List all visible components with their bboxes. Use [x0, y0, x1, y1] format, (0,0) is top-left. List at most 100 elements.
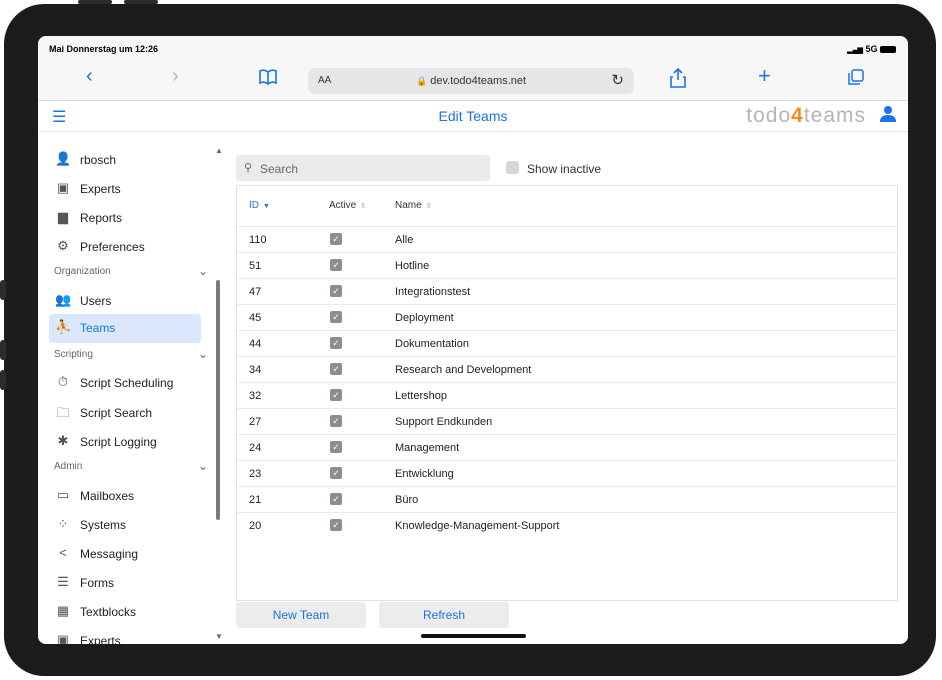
lock-icon: 🔒: [415, 76, 428, 86]
table-row[interactable]: 32 ✓ Lettershop: [237, 382, 897, 409]
search-input[interactable]: ⚲ Search: [236, 155, 490, 181]
column-header-name[interactable]: Name ⇳: [395, 200, 432, 211]
sidebar-item-script-search[interactable]: 🗀 Script Search: [49, 399, 201, 426]
cell-id: 34: [249, 364, 262, 376]
active-checkbox[interactable]: ✓: [330, 337, 342, 349]
sidebar-item-label: Users: [80, 294, 112, 308]
badge-icon: ▣: [56, 632, 70, 644]
cell-name: Knowledge-Management-Support: [395, 520, 560, 532]
table-row[interactable]: 47 ✓ Integrationstest: [237, 278, 897, 305]
logo-text-suffix: teams: [803, 104, 866, 127]
home-indicator: [421, 634, 526, 638]
cell-name: Dokumentation: [395, 338, 469, 350]
sidebar-item-experts[interactable]: ▣ Experts: [49, 175, 201, 202]
sidebar-item-preferences[interactable]: ⚙ Preferences: [49, 233, 201, 260]
sidebar-item-experts-2[interactable]: ▣ Experts: [49, 627, 201, 644]
active-checkbox[interactable]: ✓: [330, 285, 342, 297]
refresh-button[interactable]: Refresh: [379, 602, 509, 628]
forward-icon[interactable]: ›: [172, 66, 179, 86]
active-checkbox[interactable]: ✓: [330, 389, 342, 401]
main-content: ⚲ Search Show inactive ID ▼ Active ⇳ Name ⇳…: [230, 136, 908, 644]
folder-search-icon: 🗀: [56, 405, 70, 420]
url-bar[interactable]: AA 🔒 dev.todo4teams.net ↻: [308, 68, 634, 94]
new-tab-icon[interactable]: +: [758, 65, 771, 87]
sidebar-item-label: Mailboxes: [80, 489, 135, 503]
table-row[interactable]: 21 ✓ Büro: [237, 486, 897, 513]
cell-id: 44: [249, 338, 262, 350]
column-header-id[interactable]: ID ▼: [249, 200, 270, 211]
sidebar-item-forms[interactable]: ☰ Forms: [49, 569, 201, 596]
sidebar-item-label: Script Scheduling: [80, 376, 174, 390]
sidebar-item-script-scheduling[interactable]: ⏱ Script Scheduling: [49, 369, 201, 396]
cell-id: 110: [249, 234, 267, 246]
sidebar-item-label: Reports: [80, 211, 123, 225]
sidebar-item-users[interactable]: 👥 Users: [49, 287, 201, 314]
show-inactive-label: Show inactive: [527, 162, 602, 176]
table-row[interactable]: 51 ✓ Hotline: [237, 252, 897, 279]
table-row[interactable]: 110 ✓ Alle: [237, 226, 897, 253]
sidebar-item-messaging[interactable]: < Messaging: [49, 540, 201, 567]
new-team-button[interactable]: New Team: [236, 602, 366, 628]
sidebar-group-scripting[interactable]: Scripting ⌄: [54, 347, 208, 361]
cell-id: 24: [249, 442, 262, 454]
cell-id: 32: [249, 390, 262, 402]
url-text: 🔒 dev.todo4teams.net: [308, 75, 634, 87]
device-top-button: [78, 0, 112, 4]
sidebar-item-reports[interactable]: ▆ Reports: [49, 204, 201, 231]
device-side-button: [0, 280, 6, 300]
sidebar-item-label: rbosch: [80, 153, 117, 167]
active-checkbox[interactable]: ✓: [330, 233, 342, 245]
sidebar-item-teams[interactable]: ⛹ Teams: [49, 314, 201, 343]
column-header-label: Active: [329, 200, 357, 211]
active-checkbox[interactable]: ✓: [330, 519, 342, 531]
active-checkbox[interactable]: ✓: [330, 441, 342, 453]
table-row[interactable]: 24 ✓ Management: [237, 434, 897, 461]
sidebar-item-rbosch[interactable]: 👤 rbosch: [49, 146, 201, 173]
column-header-active[interactable]: Active ⇳: [329, 200, 366, 211]
reload-icon[interactable]: ↻: [611, 71, 624, 89]
share-icon[interactable]: [670, 67, 686, 92]
sidebar-scrollbar[interactable]: [216, 280, 220, 520]
table-row[interactable]: 20 ✓ Knowledge-Management-Support: [237, 512, 897, 539]
inbox-icon: ▭: [56, 487, 70, 502]
back-icon[interactable]: ‹: [86, 66, 93, 86]
sort-icon: ⇳: [425, 203, 432, 210]
active-checkbox[interactable]: ✓: [330, 311, 342, 323]
scroll-down-arrow-icon[interactable]: ▼: [215, 632, 223, 641]
table-row[interactable]: 27 ✓ Support Endkunden: [237, 408, 897, 435]
sort-desc-icon: ▼: [263, 203, 270, 210]
cell-name: Alle: [395, 234, 414, 246]
device-top-button: [124, 0, 158, 4]
sidebar-group-label: Admin: [54, 461, 83, 472]
network-label: 5G: [865, 44, 878, 54]
table-row[interactable]: 34 ✓ Research and Development: [237, 356, 897, 383]
scroll-up-arrow-icon[interactable]: ▲: [215, 146, 223, 155]
active-checkbox[interactable]: ✓: [330, 415, 342, 427]
cell-id: 21: [249, 494, 262, 506]
active-checkbox[interactable]: ✓: [330, 363, 342, 375]
signal-indicator: ▂▄▆ 5G: [847, 44, 896, 54]
show-inactive-checkbox[interactable]: [506, 161, 519, 174]
logo-text-four: 4: [791, 104, 804, 127]
tabs-icon[interactable]: [848, 69, 864, 89]
sort-icon: ⇳: [360, 203, 367, 210]
sidebar-item-systems[interactable]: ⁘ Systems: [49, 511, 201, 538]
sidebar-group-admin[interactable]: Admin ⌄: [54, 459, 208, 473]
sidebar-item-label: Messaging: [80, 547, 139, 561]
active-checkbox[interactable]: ✓: [330, 493, 342, 505]
table-row[interactable]: 23 ✓ Entwicklung: [237, 460, 897, 487]
sidebar-item-textblocks[interactable]: ▦ Textblocks: [49, 598, 201, 625]
sidebar-item-script-logging[interactable]: ✱ Script Logging: [49, 428, 201, 455]
table-row[interactable]: 44 ✓ Dokumentation: [237, 330, 897, 357]
table-row[interactable]: 45 ✓ Deployment: [237, 304, 897, 331]
active-checkbox[interactable]: ✓: [330, 467, 342, 479]
cell-name: Management: [395, 442, 460, 454]
user-account-icon[interactable]: [880, 105, 896, 127]
book-icon[interactable]: [258, 69, 278, 89]
cell-name: Entwicklung: [395, 468, 454, 480]
sidebar-group-organization[interactable]: Organization ⌄: [54, 264, 208, 278]
column-header-label: Name: [395, 200, 422, 211]
active-checkbox[interactable]: ✓: [330, 259, 342, 271]
sidebar-item-mailboxes[interactable]: ▭ Mailboxes: [49, 482, 201, 509]
sidebar-item-label: Systems: [80, 518, 127, 532]
